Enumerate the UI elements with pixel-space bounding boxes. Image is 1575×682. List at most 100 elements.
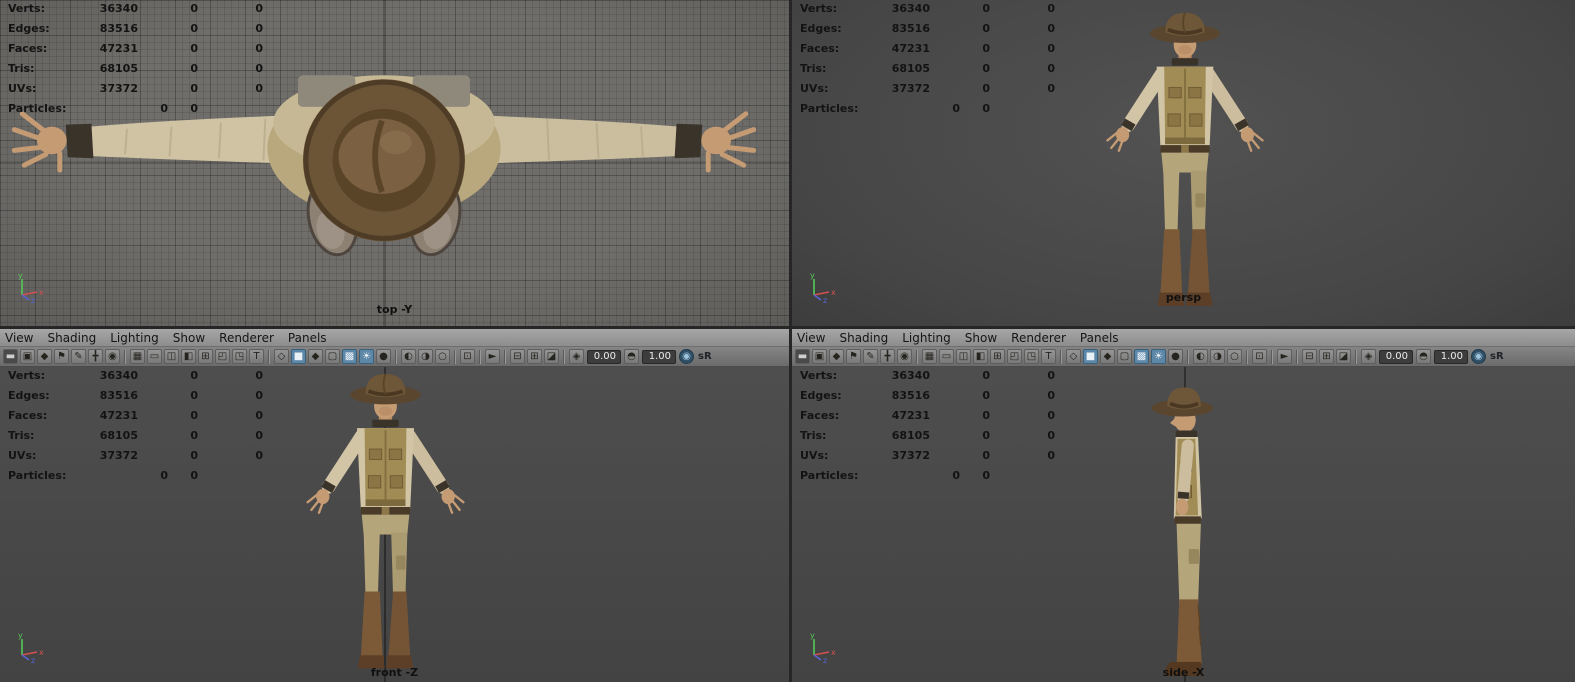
viewport-canvas-front[interactable]: Verts: 36340 0 0 Edges: 83516 0 0 Faces: 47231 0… [0,367,789,682]
gamma-toggle-icon[interactable]: ◓ [624,349,639,364]
image-plane-icon[interactable]: ◉ [105,349,120,364]
viewport-canvas-side[interactable]: Verts: 36340 0 0 Edges: 83516 0 0 Faces: 47231 0… [792,367,1575,682]
safe-action-icon[interactable]: ◰ [215,349,230,364]
flat-shade-icon[interactable]: ◆ [1100,349,1115,364]
multisample-icon[interactable]: ○ [435,349,450,364]
film-gate-icon[interactable]: ▭ [939,349,954,364]
single-pane-icon[interactable]: ⊟ [510,349,525,364]
gamma-field[interactable]: 1.00 [642,349,676,364]
viewport-canvas-top[interactable]: Verts: 36340 0 0 Edges: 83516 0 0 Faces: 47231 0… [0,0,789,326]
toolbar-separator [268,349,270,364]
select-camera-icon[interactable]: ▣ [20,349,35,364]
hud-row-particles: Particles: 0 0 [8,469,278,489]
bookmark-icon[interactable]: ⚑ [846,349,861,364]
toolbar-separator [124,349,126,364]
hud-toggle-icon[interactable]: T [1041,349,1056,364]
flat-shade-icon[interactable]: ◆ [308,349,323,364]
select-tool-icon[interactable]: ► [1277,349,1292,364]
grid-icon[interactable]: ▦ [922,349,937,364]
exposure-field[interactable]: 0.00 [1379,349,1413,364]
outliner-pane-icon[interactable]: ◪ [544,349,559,364]
menu-shading[interactable]: Shading [47,331,96,345]
exposure-field[interactable]: 0.00 [587,349,621,364]
viewport-label: front -Z [370,666,419,679]
menu-panels[interactable]: Panels [288,331,327,345]
character-model-persp-view[interactable] [1081,8,1289,320]
safe-title-icon[interactable]: ◳ [1024,349,1039,364]
safe-title-icon[interactable]: ◳ [232,349,247,364]
gate-mask-icon[interactable]: ◧ [973,349,988,364]
select-camera-icon[interactable]: ▣ [812,349,827,364]
grease-pencil-icon[interactable]: ✎ [863,349,878,364]
smooth-shade-icon[interactable]: ■ [291,349,306,364]
character-model-side-view[interactable] [1129,381,1241,682]
exposure-icon[interactable]: ◈ [1361,349,1376,364]
menu-panels[interactable]: Panels [1080,331,1119,345]
menu-view[interactable]: View [797,331,825,345]
motion-blur-icon[interactable]: ◑ [418,349,433,364]
field-chart-icon[interactable]: ⊞ [198,349,213,364]
panel-menu-icon[interactable]: ▬ [795,349,810,364]
isolate-select-icon[interactable]: ⊡ [1252,349,1267,364]
shadows-icon[interactable]: ● [1168,349,1183,364]
grease-pencil-icon[interactable]: ✎ [71,349,86,364]
film-gate-icon[interactable]: ▭ [147,349,162,364]
tear-off-copy-icon[interactable]: ⊞ [1319,349,1334,364]
select-tool-icon[interactable]: ► [485,349,500,364]
menu-show[interactable]: Show [173,331,205,345]
pan-zoom-icon[interactable]: ╋ [880,349,895,364]
bookmark-icon[interactable]: ⚑ [54,349,69,364]
gamma-field[interactable]: 1.00 [1434,349,1468,364]
field-chart-icon[interactable]: ⊞ [990,349,1005,364]
image-plane-icon[interactable]: ◉ [897,349,912,364]
color-management-icon[interactable]: ◉ [679,349,694,364]
motion-blur-icon[interactable]: ◑ [1210,349,1225,364]
smooth-shade-icon[interactable]: ■ [1083,349,1098,364]
menu-renderer[interactable]: Renderer [219,331,274,345]
menu-renderer[interactable]: Renderer [1011,331,1066,345]
tear-off-copy-icon[interactable]: ⊞ [527,349,542,364]
gamma-toggle-icon[interactable]: ◓ [1416,349,1431,364]
wireframe-icon[interactable]: ◇ [274,349,289,364]
hud-label: Particles: [8,469,67,482]
bounding-box-icon[interactable]: ▢ [325,349,340,364]
resolution-gate-icon[interactable]: ◫ [164,349,179,364]
shadows-icon[interactable]: ● [376,349,391,364]
resolution-gate-icon[interactable]: ◫ [956,349,971,364]
viewport-canvas-persp[interactable]: Verts: 36340 0 0 Edges: 83516 0 0 Faces: 47231 0… [792,0,1575,326]
panel-menu-icon[interactable]: ▬ [3,349,18,364]
gate-mask-icon[interactable]: ◧ [181,349,196,364]
hud-value: 0 [982,22,990,35]
color-space-label: sR [1490,351,1504,362]
outliner-pane-icon[interactable]: ◪ [1336,349,1351,364]
wireframe-icon[interactable]: ◇ [1066,349,1081,364]
lights-icon[interactable]: ☀ [359,349,374,364]
grid-icon[interactable]: ▦ [130,349,145,364]
single-pane-icon[interactable]: ⊟ [1302,349,1317,364]
safe-action-icon[interactable]: ◰ [1007,349,1022,364]
menu-shading[interactable]: Shading [839,331,888,345]
textured-icon[interactable]: ▩ [342,349,357,364]
bounding-box-icon[interactable]: ▢ [1117,349,1132,364]
exposure-icon[interactable]: ◈ [569,349,584,364]
multisample-icon[interactable]: ○ [1227,349,1242,364]
lights-icon[interactable]: ☀ [1151,349,1166,364]
hud-label: Tris: [800,62,827,75]
textured-icon[interactable]: ▩ [1134,349,1149,364]
character-model-front-view[interactable] [281,369,490,682]
lock-camera-icon[interactable]: ◆ [37,349,52,364]
menu-view[interactable]: View [5,331,33,345]
hud-value: 0 [190,409,198,422]
lock-camera-icon[interactable]: ◆ [829,349,844,364]
menu-lighting[interactable]: Lighting [110,331,159,345]
hud-toggle-icon[interactable]: T [249,349,264,364]
pan-zoom-icon[interactable]: ╋ [88,349,103,364]
isolate-select-icon[interactable]: ⊡ [460,349,475,364]
menu-lighting[interactable]: Lighting [902,331,951,345]
character-model-top-view[interactable] [8,12,760,269]
toolbar-separator [1296,349,1298,364]
ao-icon[interactable]: ◐ [401,349,416,364]
ao-icon[interactable]: ◐ [1193,349,1208,364]
menu-show[interactable]: Show [965,331,997,345]
color-management-icon[interactable]: ◉ [1471,349,1486,364]
